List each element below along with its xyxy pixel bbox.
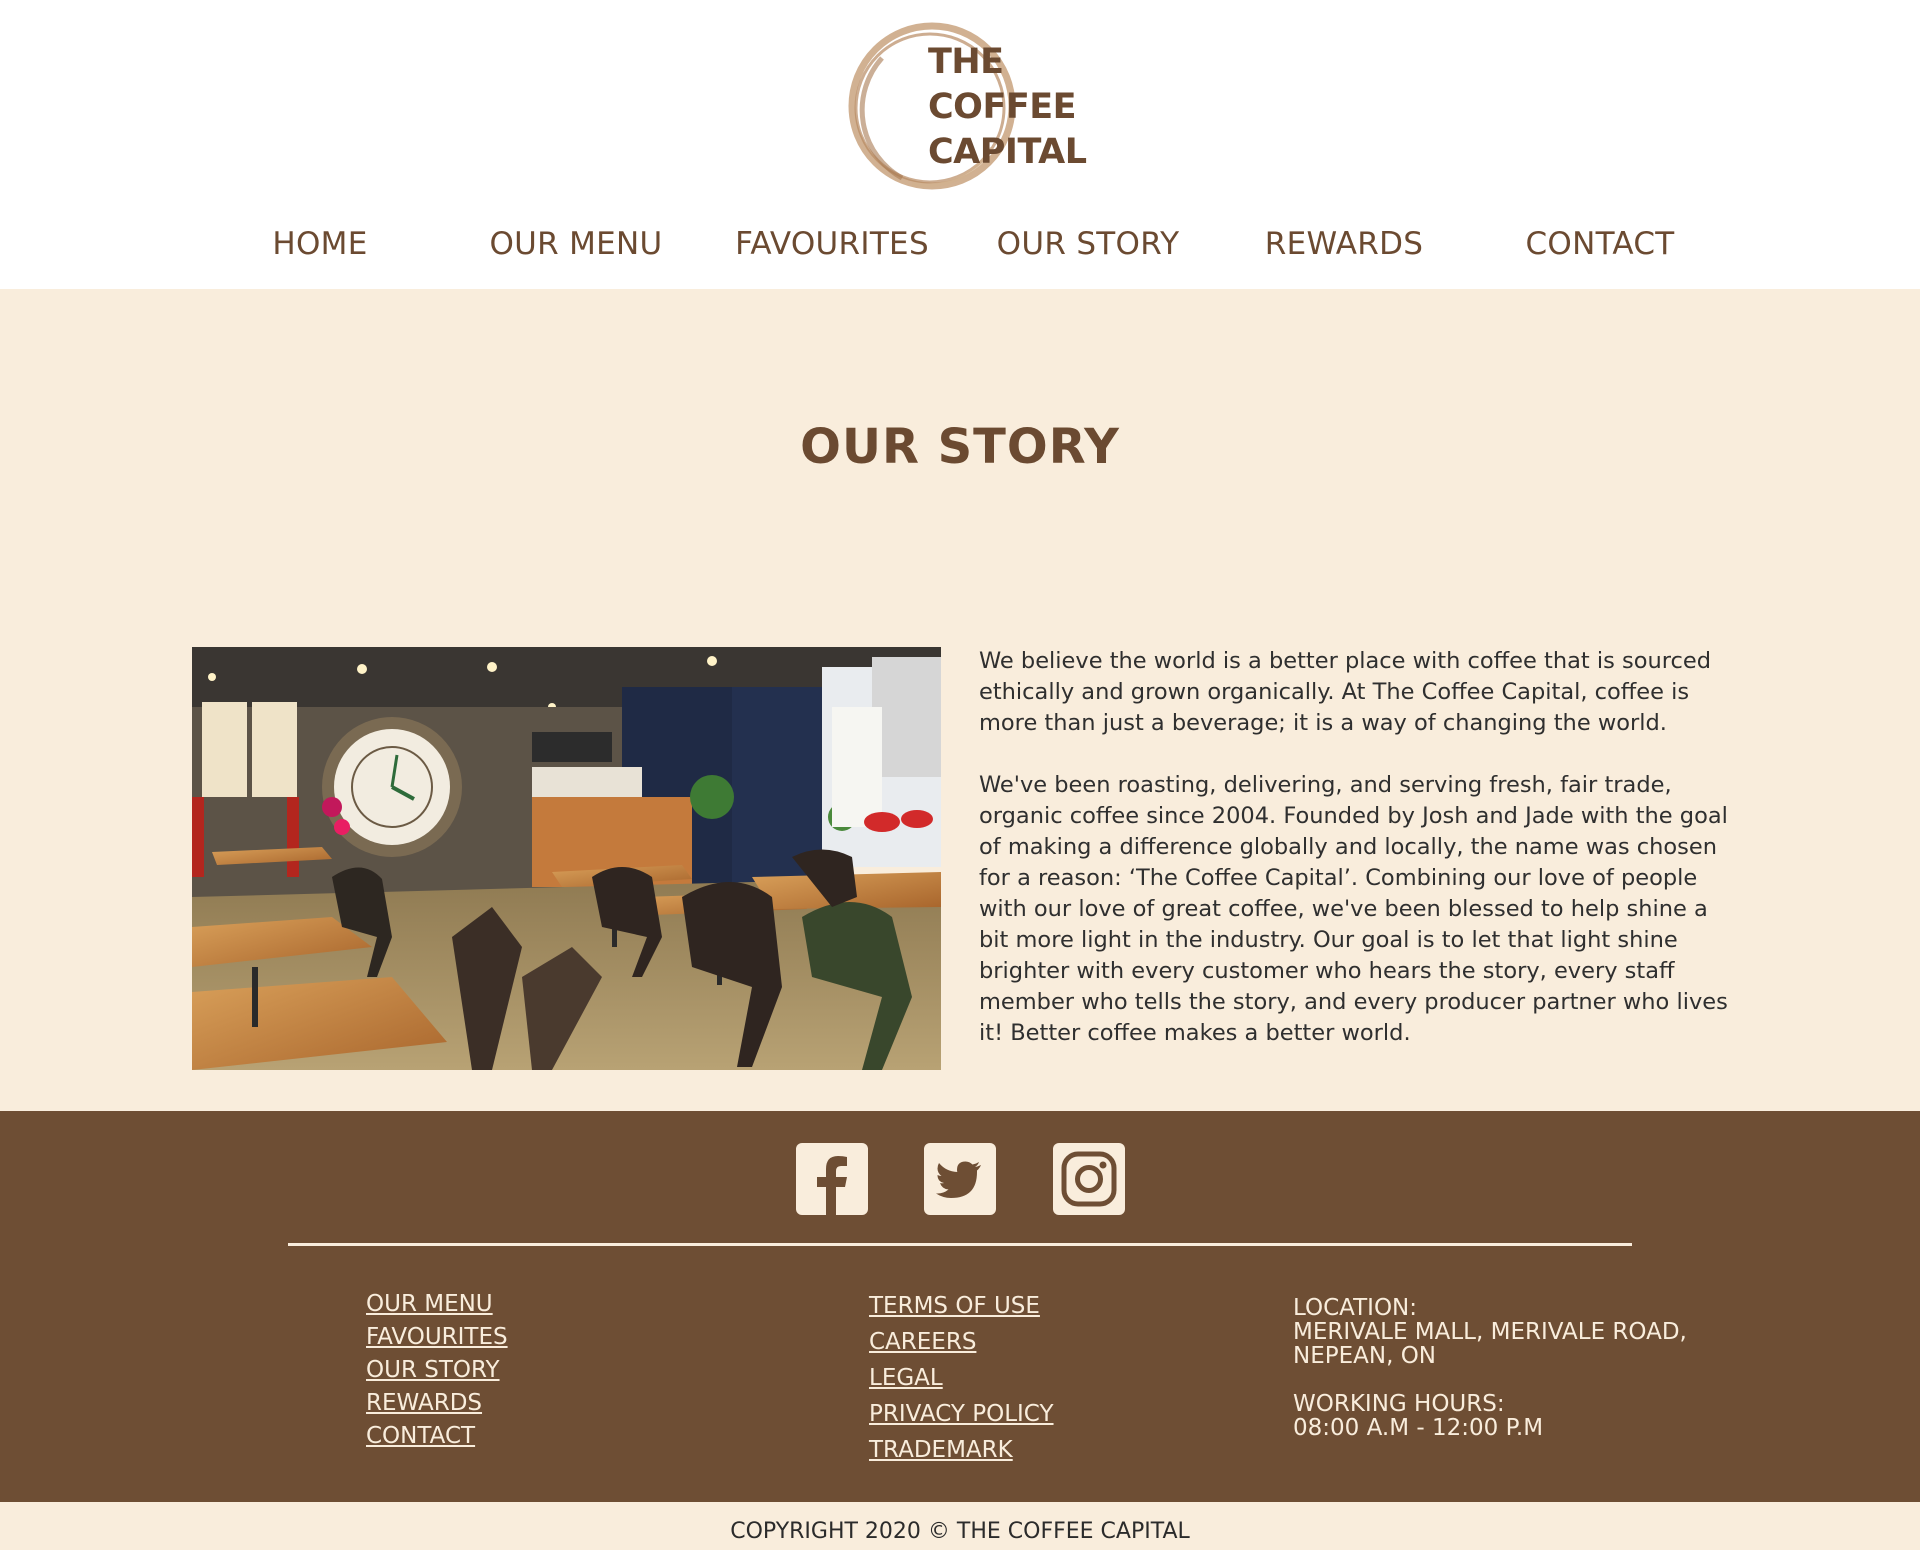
location-address-line2: NEPEAN, ON [1293,1343,1437,1369]
story-text: We believe the world is a better place w… [979,646,1739,1080]
nav-home[interactable]: HOME [210,226,430,262]
footer-link-legal[interactable]: LEGAL [869,1360,1054,1396]
location-label: LOCATION: [1293,1295,1417,1321]
footer-link-our-menu[interactable]: OUR MENU [366,1288,508,1321]
hours-value: 08:00 A.M - 12:00 P.M [1293,1415,1544,1441]
footer-link-contact[interactable]: CONTACT [366,1420,508,1453]
site-header: THE COFFEE CAPITAL HOME OUR MENU FAVOURI… [0,0,1920,289]
twitter-link[interactable] [924,1143,996,1215]
instagram-icon [1061,1151,1117,1207]
footer-link-terms-of-use[interactable]: TERMS OF USE [869,1288,1054,1324]
logo-line-coffee: COFFEE [928,87,1077,127]
facebook-link[interactable] [796,1143,868,1215]
main-nav: HOME OUR MENU FAVOURITES OUR STORY REWAR… [0,226,1920,282]
nav-rewards[interactable]: REWARDS [1234,226,1454,262]
footer-link-careers[interactable]: CAREERS [869,1324,1054,1360]
footer-legal-links: TERMS OF USE CAREERS LEGAL PRIVACY POLIC… [869,1288,1054,1468]
copyright-bar: COPYRIGHT 2020 © THE COFFEE CAPITAL [0,1502,1920,1550]
cafe-interior-illustration [192,647,941,1070]
logo-wordmark: THE COFFEE CAPITAL [928,40,1087,175]
footer-link-rewards[interactable]: REWARDS [366,1387,508,1420]
footer-info: LOCATION: MERIVALE MALL, MERIVALE ROAD, … [1293,1296,1687,1464]
footer-link-privacy-policy[interactable]: PRIVACY POLICY [869,1396,1054,1432]
footer-link-trademark[interactable]: TRADEMARK [869,1432,1054,1468]
nav-our-story[interactable]: OUR STORY [978,226,1198,262]
footer-link-favourites[interactable]: FAVOURITES [366,1321,508,1354]
site-logo[interactable]: THE COFFEE CAPITAL [842,18,1087,198]
footer-nav-links: OUR MENU FAVOURITES OUR STORY REWARDS CO… [366,1288,508,1453]
page-title: OUR STORY [800,419,1120,475]
site-footer: OUR MENU FAVOURITES OUR STORY REWARDS CO… [0,1111,1920,1502]
logo-line-capital: CAPITAL [928,132,1087,172]
footer-divider [288,1243,1632,1246]
hours-label: WORKING HOURS: [1293,1391,1505,1417]
footer-link-our-story[interactable]: OUR STORY [366,1354,508,1387]
logo-line-the: THE [928,42,1004,82]
location-block: LOCATION: MERIVALE MALL, MERIVALE ROAD, … [1293,1296,1687,1368]
copyright-text: COPYRIGHT 2020 © THE COFFEE CAPITAL [730,1519,1190,1544]
cafe-interior-photo [192,647,941,1070]
story-section: OUR STORY We believe the world is a bett… [0,289,1920,1111]
nav-our-menu[interactable]: OUR MENU [466,226,686,262]
story-paragraph: We've been roasting, delivering, and ser… [979,772,1728,1046]
facebook-icon [817,1156,847,1215]
location-address-line1: MERIVALE MALL, MERIVALE ROAD, [1293,1319,1687,1345]
nav-favourites[interactable]: FAVOURITES [722,226,942,262]
hours-block: WORKING HOURS: 08:00 A.M - 12:00 P.M [1293,1392,1687,1440]
story-paragraph: We believe the world is a better place w… [979,648,1711,736]
nav-contact[interactable]: CONTACT [1490,226,1710,262]
twitter-icon [936,1161,981,1198]
instagram-link[interactable] [1053,1143,1125,1215]
